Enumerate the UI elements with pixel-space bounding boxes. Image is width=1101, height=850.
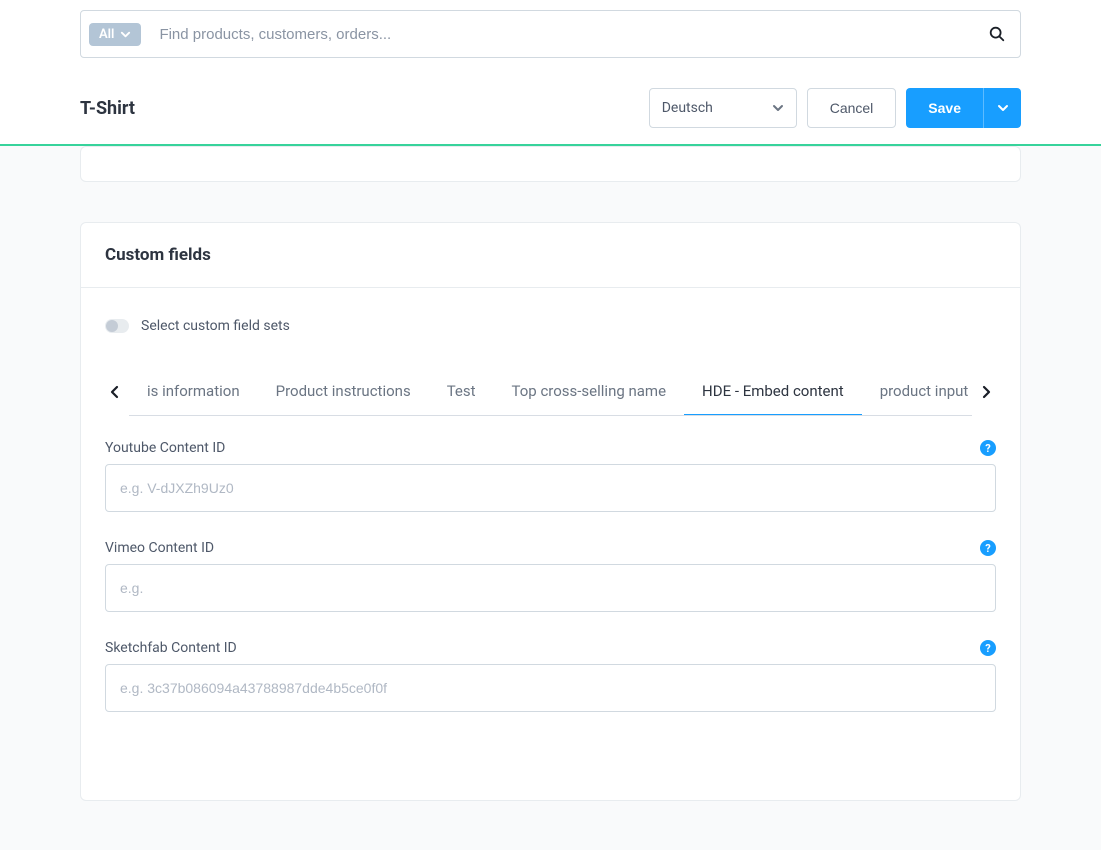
chevron-down-icon (997, 102, 1009, 114)
tabs-container: is informationProduct instructionsTestTo… (105, 368, 996, 416)
field-label-row: Vimeo Content ID? (105, 540, 996, 556)
search-input[interactable] (141, 26, 988, 43)
content-area: Custom fields Select custom field sets i… (0, 146, 1101, 831)
custom-fields-card: Custom fields Select custom field sets i… (80, 222, 1021, 801)
card-title: Custom fields (105, 245, 996, 265)
tab[interactable]: HDE - Embed content (684, 368, 862, 416)
language-select-value: Deutsch (662, 100, 713, 116)
tabs-list: is informationProduct instructionsTestTo… (129, 368, 972, 416)
chevron-right-icon (981, 385, 991, 399)
help-icon[interactable]: ? (980, 640, 996, 656)
chevron-down-icon (120, 29, 131, 40)
card-body: Select custom field sets is informationP… (81, 288, 1020, 800)
chevron-left-icon (110, 385, 120, 399)
tabs-scroll-left-button[interactable] (105, 385, 125, 399)
toggle-label: Select custom field sets (141, 318, 290, 334)
card-header: Custom fields (81, 223, 1020, 288)
search-filter-label: All (99, 27, 114, 42)
tab[interactable]: Product instructions (258, 368, 429, 416)
language-select[interactable]: Deutsch (649, 88, 797, 128)
field-label: Youtube Content ID (105, 440, 225, 456)
content-id-input[interactable] (105, 464, 996, 512)
field: Sketchfab Content ID? (105, 640, 996, 712)
tabs-scroll-right-button[interactable] (976, 385, 996, 399)
field-label: Vimeo Content ID (105, 540, 214, 556)
tab[interactable]: Test (429, 368, 494, 416)
page-header: T-Shirt Deutsch Cancel Save (0, 72, 1101, 144)
search-filter-all-button[interactable]: All (89, 23, 141, 46)
save-button[interactable]: Save (906, 88, 983, 128)
field-label-row: Youtube Content ID? (105, 440, 996, 456)
help-icon[interactable]: ? (980, 440, 996, 456)
header-actions: Deutsch Cancel Save (649, 88, 1021, 128)
page-header-wrap: T-Shirt Deutsch Cancel Save (0, 72, 1101, 146)
search-bar: All (80, 10, 1021, 58)
tab[interactable]: Top cross-selling name (494, 368, 685, 416)
search-bar-container: All (0, 0, 1101, 72)
toggle-row: Select custom field sets (105, 318, 996, 334)
save-button-group: Save (906, 88, 1021, 128)
search-icon[interactable] (988, 25, 1006, 43)
field-label-row: Sketchfab Content ID? (105, 640, 996, 656)
content-id-input[interactable] (105, 664, 996, 712)
content-id-input[interactable] (105, 564, 996, 612)
chevron-down-icon (772, 102, 784, 114)
previous-card-stub (80, 146, 1021, 182)
fields-container: Youtube Content ID?Vimeo Content ID?Sket… (105, 440, 996, 712)
save-dropdown-button[interactable] (983, 88, 1021, 128)
select-custom-field-sets-toggle[interactable] (105, 319, 129, 333)
field: Youtube Content ID? (105, 440, 996, 512)
cancel-button[interactable]: Cancel (807, 88, 897, 128)
tab[interactable]: is information (129, 368, 258, 416)
field: Vimeo Content ID? (105, 540, 996, 612)
help-icon[interactable]: ? (980, 540, 996, 556)
field-label: Sketchfab Content ID (105, 640, 237, 656)
page-title: T-Shirt (80, 98, 135, 119)
tab[interactable]: product input 2 (862, 368, 972, 416)
